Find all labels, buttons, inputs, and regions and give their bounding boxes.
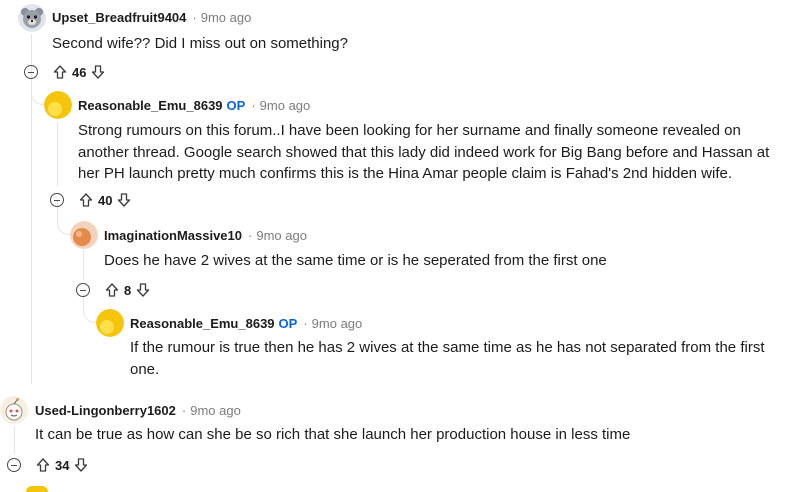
separator-dot: · xyxy=(192,10,197,25)
username[interactable]: ImaginationMassive10 xyxy=(104,228,242,243)
bear-avatar-icon[interactable] xyxy=(18,4,46,32)
comment-body: It can be true as how can she be so rich… xyxy=(35,426,631,443)
yellow-avatar-icon[interactable] xyxy=(44,91,72,119)
comment-author[interactable]: Reasonable_Emu_8639 OP · 9mo ago xyxy=(78,98,310,113)
comment-body: If the rumour is true then he has 2 wive… xyxy=(130,339,765,378)
yellow-avatar-icon[interactable] xyxy=(96,309,124,337)
username[interactable]: Upset_Breadfruit9404 xyxy=(52,10,186,25)
vote-bar: 8 xyxy=(104,280,151,300)
orange-avatar-icon[interactable] xyxy=(70,221,98,249)
timestamp: 9mo ago xyxy=(311,316,363,331)
timestamp: 9mo ago xyxy=(256,228,307,243)
thread-line xyxy=(57,122,58,186)
separator-dot: · xyxy=(248,228,253,243)
thread-line xyxy=(14,426,15,454)
separator-dot: · xyxy=(251,98,256,113)
upvote-icon[interactable] xyxy=(52,64,68,80)
comment-body: Strong rumours on this forum..I have bee… xyxy=(78,122,770,182)
collapse-thread-button[interactable] xyxy=(50,193,64,207)
username[interactable]: Reasonable_Emu_8639 xyxy=(78,98,223,113)
timestamp: 9mo ago xyxy=(259,98,311,113)
upvote-icon[interactable] xyxy=(104,282,120,298)
downvote-icon[interactable] xyxy=(90,64,106,80)
op-badge: OP xyxy=(278,316,298,331)
timestamp: 9mo ago xyxy=(200,10,252,25)
vote-count: 46 xyxy=(72,64,87,80)
op-badge: OP xyxy=(226,98,246,113)
vote-bar: 34 xyxy=(35,455,89,475)
username[interactable]: Reasonable_Emu_8639 xyxy=(130,316,275,331)
comment-author[interactable]: Upset_Breadfruit9404 · 9mo ago xyxy=(52,10,251,25)
comment-author[interactable]: ImaginationMassive10 · 9mo ago xyxy=(104,228,307,243)
separator-dot: · xyxy=(303,316,308,331)
username[interactable]: Used-Lingonberry1602 xyxy=(35,403,176,418)
snoo-avatar-icon[interactable] xyxy=(0,396,28,424)
collapse-thread-button[interactable] xyxy=(24,65,38,79)
comment-author[interactable]: Used-Lingonberry1602 · 9mo ago xyxy=(35,403,241,418)
vote-count: 40 xyxy=(98,192,113,208)
vote-bar: 40 xyxy=(78,190,132,210)
timestamp: 9mo ago xyxy=(190,403,241,418)
comment-author[interactable]: Reasonable_Emu_8639 OP · 9mo ago xyxy=(130,316,362,331)
vote-count: 34 xyxy=(55,457,70,473)
vote-bar: 46 xyxy=(52,62,106,82)
comment-body: Second wife?? Did I miss out on somethin… xyxy=(52,35,348,52)
thread-line xyxy=(83,250,84,280)
downvote-icon[interactable] xyxy=(73,457,89,473)
separator-dot: · xyxy=(181,403,187,418)
downvote-icon[interactable] xyxy=(116,192,132,208)
collapse-thread-button[interactable] xyxy=(76,283,90,297)
next-comment-avatar-icon xyxy=(26,486,48,492)
vote-count: 8 xyxy=(124,282,132,298)
collapse-thread-button[interactable] xyxy=(7,458,21,472)
upvote-icon[interactable] xyxy=(35,457,51,473)
downvote-icon[interactable] xyxy=(135,282,151,298)
comment-body: Does he have 2 wives at the same time or… xyxy=(104,252,607,269)
upvote-icon[interactable] xyxy=(78,192,94,208)
